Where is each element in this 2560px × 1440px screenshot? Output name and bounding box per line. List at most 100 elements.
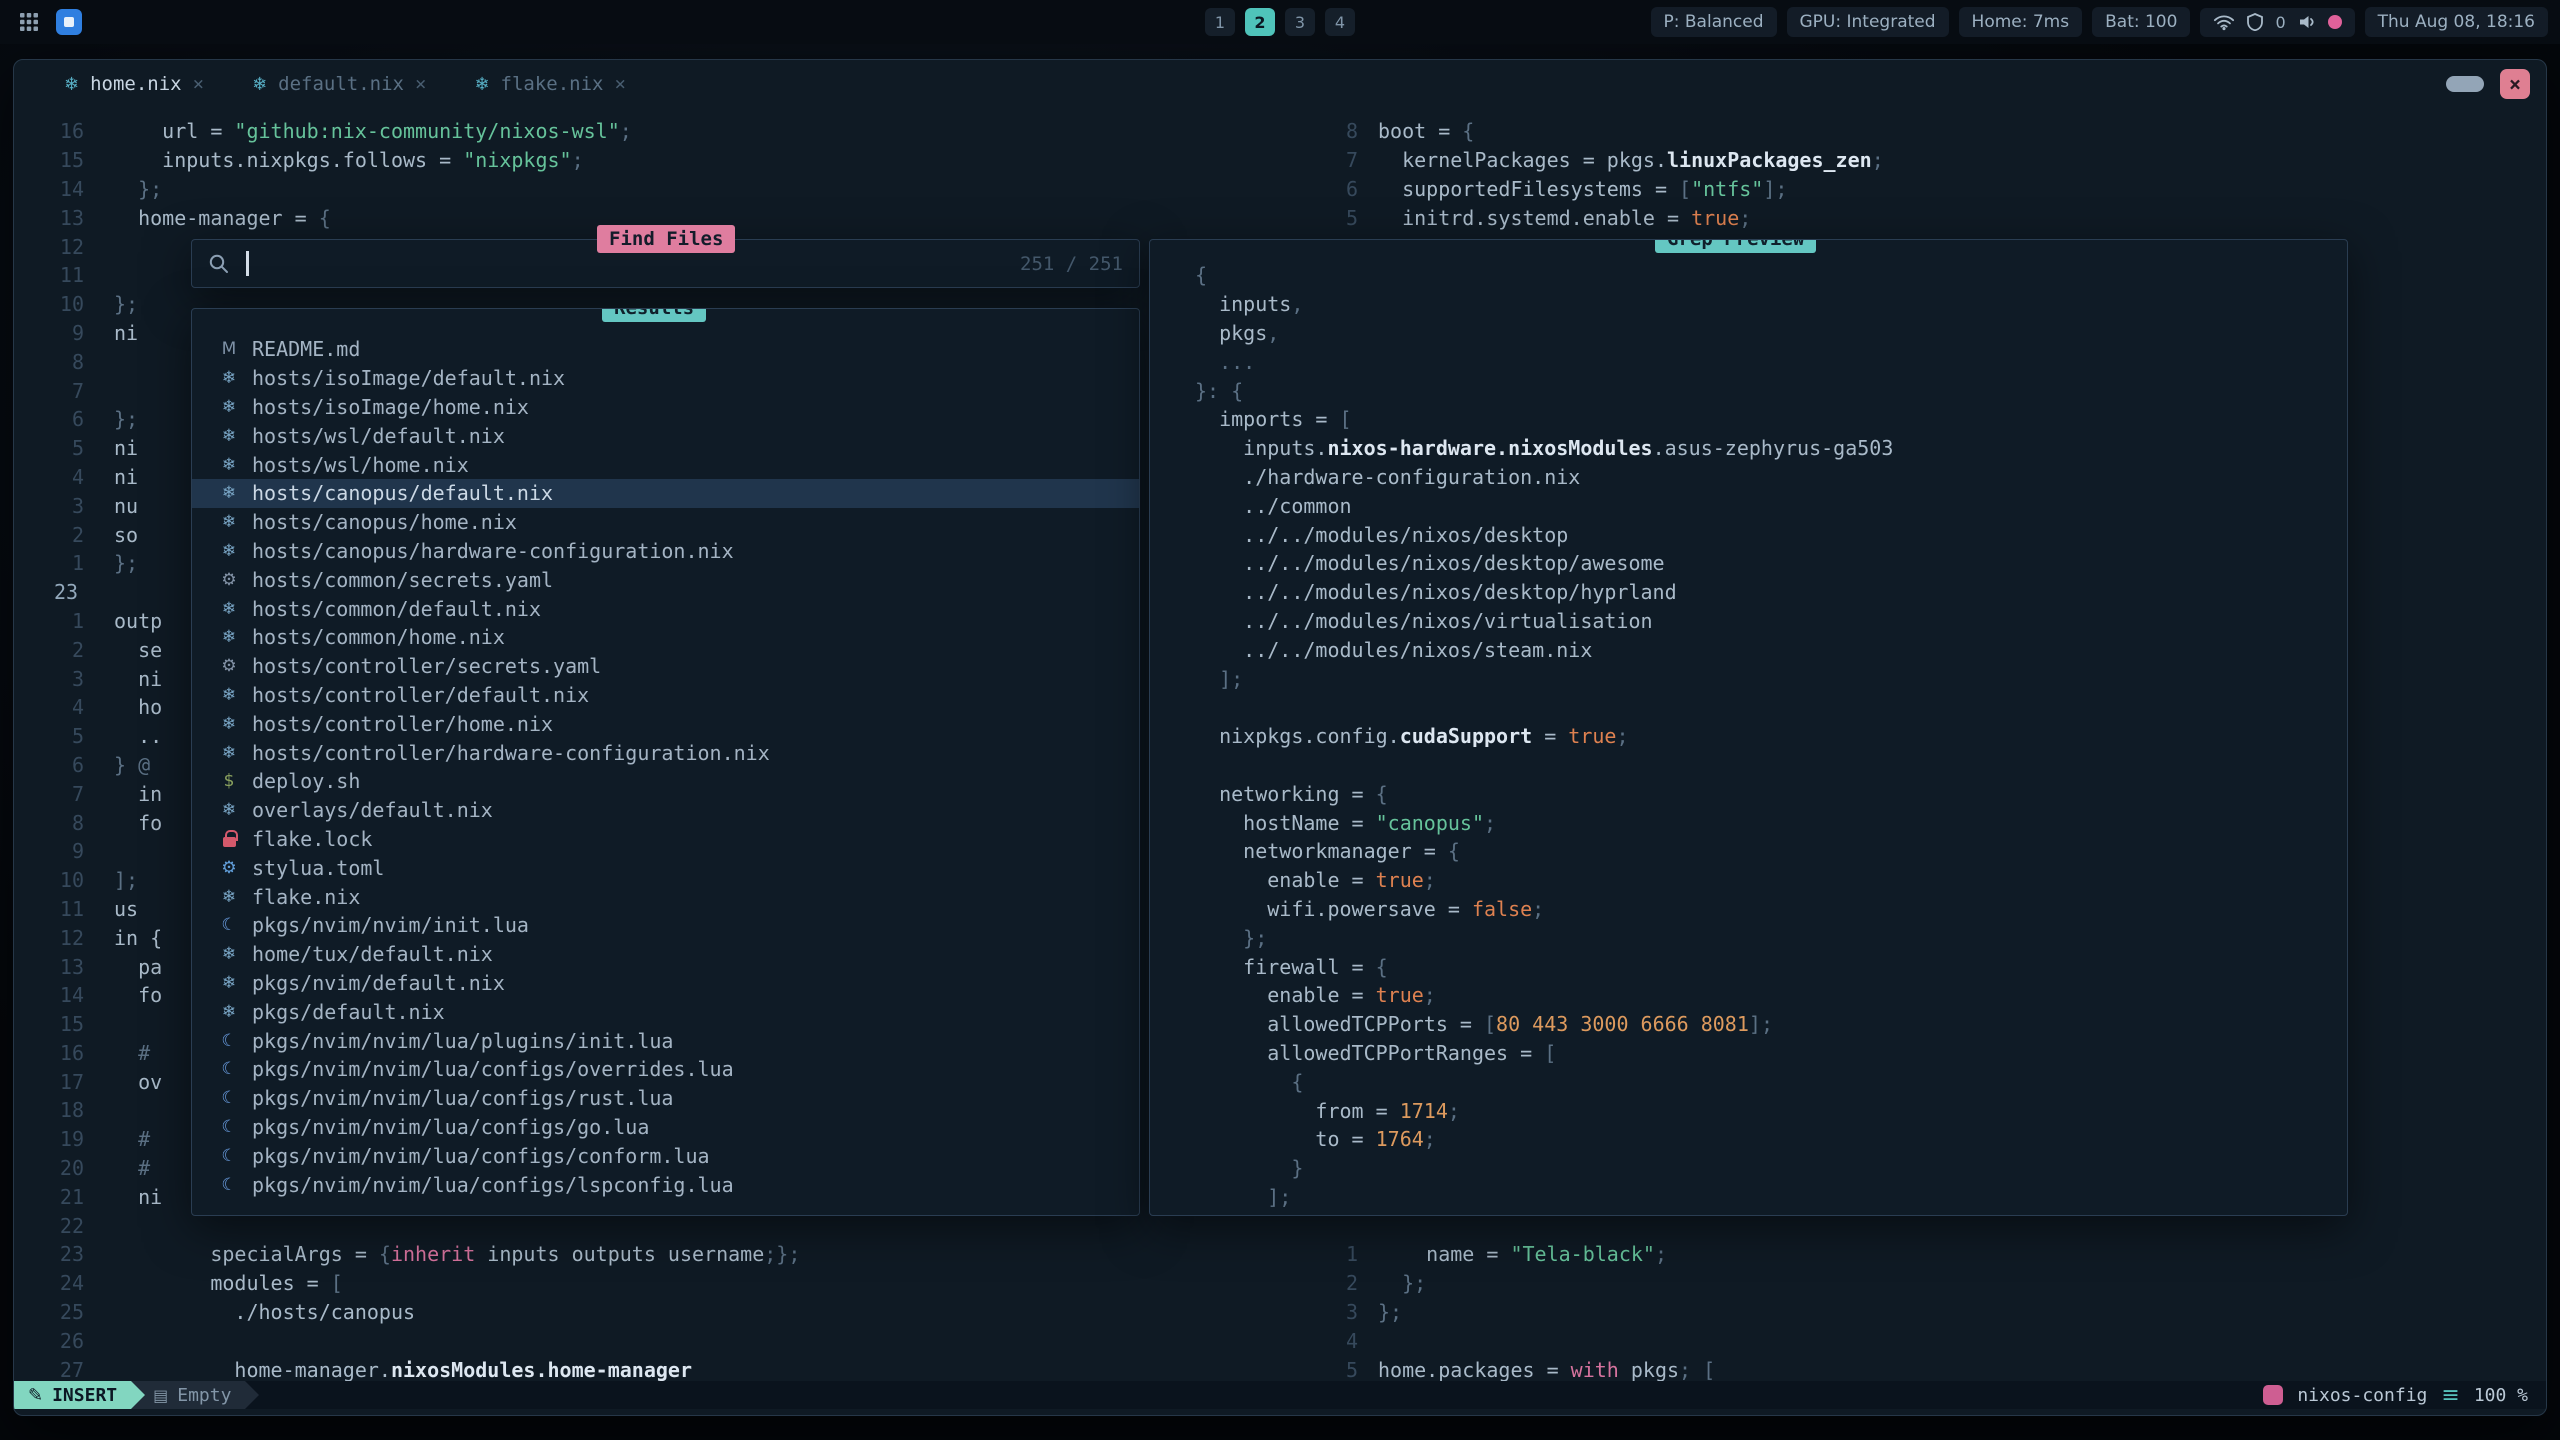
result-item[interactable]: MREADME.md [192,335,1139,364]
workspace-2[interactable]: 2 [1245,8,1275,36]
result-item[interactable]: ❄hosts/common/home.nix [192,623,1139,652]
result-item[interactable]: ⚙hosts/common/secrets.yaml [192,565,1139,594]
line-number: 16 [28,119,84,143]
result-filename: README.md [252,337,360,361]
workspace-1[interactable]: 1 [1205,8,1235,36]
tab-close-icon[interactable]: × [615,73,626,95]
code-line: 5 initrd.systemd.enable = true; [1326,203,1884,232]
result-item[interactable]: ❄overlays/default.nix [192,796,1139,825]
code-line: ./hardware-configuration.nix [1165,463,1893,492]
line-number: 4 [1326,1329,1358,1353]
result-item[interactable]: ❄hosts/controller/default.nix [192,681,1139,710]
clock-module: Thu Aug 08, 18:16 [2365,7,2548,37]
nix-file-icon: ❄ [216,512,242,532]
result-item[interactable]: ❄hosts/isoImage/home.nix [192,393,1139,422]
line-number: 18 [28,1098,84,1122]
result-item[interactable]: ❄hosts/controller/home.nix [192,709,1139,738]
result-item[interactable]: ❄hosts/canopus/default.nix [192,479,1139,508]
tab-home-nix[interactable]: ❄ home.nix × [40,60,228,108]
result-filename: pkgs/nvim/nvim/lua/configs/lspconfig.lua [252,1173,734,1197]
result-filename: pkgs/nvim/nvim/lua/configs/rust.lua [252,1086,673,1110]
code-line: 14 }; [28,175,800,204]
result-item[interactable]: ❄hosts/wsl/home.nix [192,450,1139,479]
code-line: { [1165,261,1893,290]
nix-file-icon: ❄ [216,599,242,619]
line-number: 27 [28,1358,84,1382]
nix-file-icon: ❄ [216,541,242,561]
result-filename: home/tux/default.nix [252,942,493,966]
workspace-3[interactable]: 3 [1285,8,1315,36]
line-number: 12 [28,926,84,950]
code-line [1165,693,1893,722]
result-item[interactable]: ☾pkgs/nvim/nvim/lua/configs/conform.lua [192,1141,1139,1170]
code-line: 8boot = { [1326,117,1884,146]
right-editor-pane-top[interactable]: 8boot = {7 kernelPackages = pkgs.linuxPa… [1326,117,1884,232]
result-filename: hosts/canopus/hardware-configuration.nix [252,539,734,563]
code-line: 16 url = "github:nix-community/nixos-wsl… [28,117,800,146]
result-filename: flake.lock [252,827,372,851]
code-line: ../common [1165,491,1893,520]
result-item[interactable]: ❄flake.nix [192,882,1139,911]
code-line: 3}; [1326,1298,1715,1327]
tab-default-nix[interactable]: ❄ default.nix × [228,60,450,108]
lua-file-icon: ☾ [216,915,242,935]
result-filename: hosts/controller/hardware-configuration.… [252,741,770,765]
result-item[interactable]: ☾pkgs/nvim/nvim/lua/configs/lspconfig.lu… [192,1170,1139,1199]
result-item[interactable]: ❄ hosts/canopus/hardware-configuration.ni… [192,537,1139,566]
volume-icon[interactable] [2298,14,2316,30]
result-item[interactable]: ❄pkgs/default.nix [192,997,1139,1026]
line-number: 15 [28,1012,84,1036]
code-line: 4 [1326,1326,1715,1355]
result-item[interactable]: ❄hosts/controller/hardware-configuration… [192,738,1139,767]
code-line: enable = true; [1165,866,1893,895]
result-item[interactable]: ❄pkgs/nvim/default.nix [192,969,1139,998]
result-item[interactable]: flake.lock [192,825,1139,854]
line-number: 9 [28,839,84,863]
result-item[interactable]: ❄hosts/wsl/default.nix [192,421,1139,450]
line-number: 4 [28,465,84,489]
result-filename: hosts/controller/default.nix [252,683,589,707]
tab-close-icon[interactable]: × [193,73,204,95]
lines-icon: ≡ [2441,1383,2459,1408]
result-item[interactable]: $deploy.sh [192,767,1139,796]
tab-close-icon[interactable]: × [415,73,426,95]
app-logo-icon[interactable] [56,9,82,35]
nix-file-icon: ❄ [252,74,267,95]
code-line: ../../modules/nixos/desktop/awesome [1165,549,1893,578]
line-number: 2 [28,638,84,662]
result-item[interactable]: ❄hosts/canopus/home.nix [192,508,1139,537]
code-line: 7 kernelPackages = pkgs.linuxPackages_ze… [1326,146,1884,175]
result-item[interactable]: ❄home/tux/default.nix [192,940,1139,969]
result-filename: hosts/canopus/default.nix [252,481,553,505]
wifi-icon[interactable] [2213,13,2235,31]
result-item[interactable]: ⚙stylua.toml [192,853,1139,882]
result-item[interactable]: ☾pkgs/nvim/nvim/init.lua [192,911,1139,940]
result-item[interactable]: ☾pkgs/nvim/nvim/lua/plugins/init.lua [192,1026,1139,1055]
tab-flake-nix[interactable]: ❄ flake.nix × [450,60,650,108]
app-launcher-icon[interactable] [16,9,42,35]
project-name: nixos-config [2297,1385,2427,1406]
search-icon [208,253,230,275]
result-filename: hosts/common/secrets.yaml [252,568,553,592]
window-pill-button[interactable] [2446,76,2484,92]
result-item[interactable]: ⚙hosts/controller/secrets.yaml [192,652,1139,681]
result-item[interactable]: ☾pkgs/nvim/nvim/lua/configs/rust.lua [192,1084,1139,1113]
result-item[interactable]: ❄hosts/common/default.nix [192,594,1139,623]
result-item[interactable]: ☾pkgs/nvim/nvim/lua/configs/overrides.lu… [192,1055,1139,1084]
mode-label: INSERT [52,1385,117,1406]
result-item[interactable]: ☾pkgs/nvim/nvim/lua/configs/go.lua [192,1113,1139,1142]
right-editor-pane-bottom[interactable]: 1 name = "Tela-black";2 };3};45home.pack… [1326,1240,1715,1384]
line-number: 6 [1326,177,1358,201]
line-number: 17 [28,1070,84,1094]
code-line: imports = [ [1165,405,1893,434]
grep-preview-title: Grep Preview [1655,239,1816,253]
shield-icon[interactable] [2247,13,2263,31]
code-line: }; [1165,923,1893,952]
result-filename: hosts/wsl/default.nix [252,424,505,448]
accent-dot-icon[interactable] [2328,15,2342,29]
code-line: nixpkgs.config.cudaSupport = true; [1165,722,1893,751]
line-number: 15 [28,148,84,172]
window-close-button[interactable]: × [2500,69,2530,99]
result-item[interactable]: ❄hosts/isoImage/default.nix [192,364,1139,393]
workspace-4[interactable]: 4 [1325,8,1355,36]
